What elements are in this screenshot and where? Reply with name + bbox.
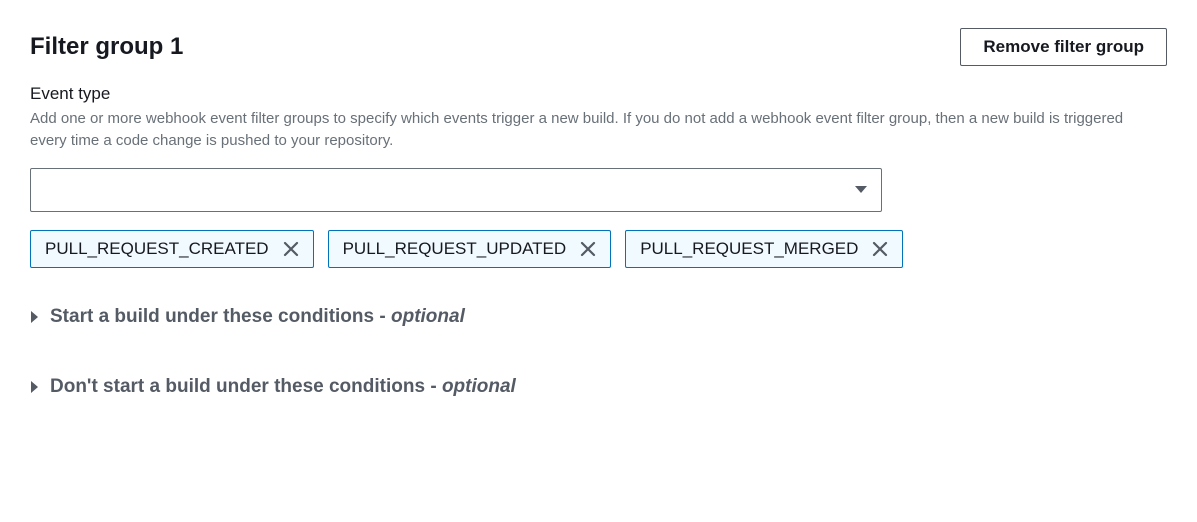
tag-pull-request-created: PULL_REQUEST_CREATED	[30, 230, 314, 268]
start-build-conditions-toggle[interactable]: Start a build under these conditions - o…	[30, 306, 1167, 328]
event-type-tags: PULL_REQUEST_CREATED PULL_REQUEST_UPDATE…	[30, 230, 1167, 268]
caret-right-icon	[30, 380, 40, 394]
event-type-section: Event type Add one or more webhook event…	[30, 84, 1167, 268]
tag-label: PULL_REQUEST_CREATED	[45, 239, 269, 259]
dont-start-build-conditions-label: Don't start a build under these conditio…	[50, 376, 516, 398]
close-icon[interactable]	[870, 239, 890, 259]
event-type-select[interactable]	[30, 168, 882, 212]
tag-pull-request-merged: PULL_REQUEST_MERGED	[625, 230, 903, 268]
dont-start-build-conditions-toggle[interactable]: Don't start a build under these conditio…	[30, 376, 1167, 398]
close-icon[interactable]	[281, 239, 301, 259]
caret-right-icon	[30, 310, 40, 324]
close-icon[interactable]	[578, 239, 598, 259]
filter-group-header: Filter group 1 Remove filter group	[30, 28, 1167, 66]
event-type-select-wrapper	[30, 168, 882, 212]
tag-label: PULL_REQUEST_MERGED	[640, 239, 858, 259]
tag-pull-request-updated: PULL_REQUEST_UPDATED	[328, 230, 612, 268]
event-type-description: Add one or more webhook event filter gro…	[30, 108, 1160, 152]
remove-filter-group-button[interactable]: Remove filter group	[960, 28, 1167, 66]
tag-label: PULL_REQUEST_UPDATED	[343, 239, 567, 259]
event-type-label: Event type	[30, 84, 1167, 104]
start-build-conditions-label: Start a build under these conditions - o…	[50, 306, 465, 328]
filter-group-title: Filter group 1	[30, 33, 183, 61]
